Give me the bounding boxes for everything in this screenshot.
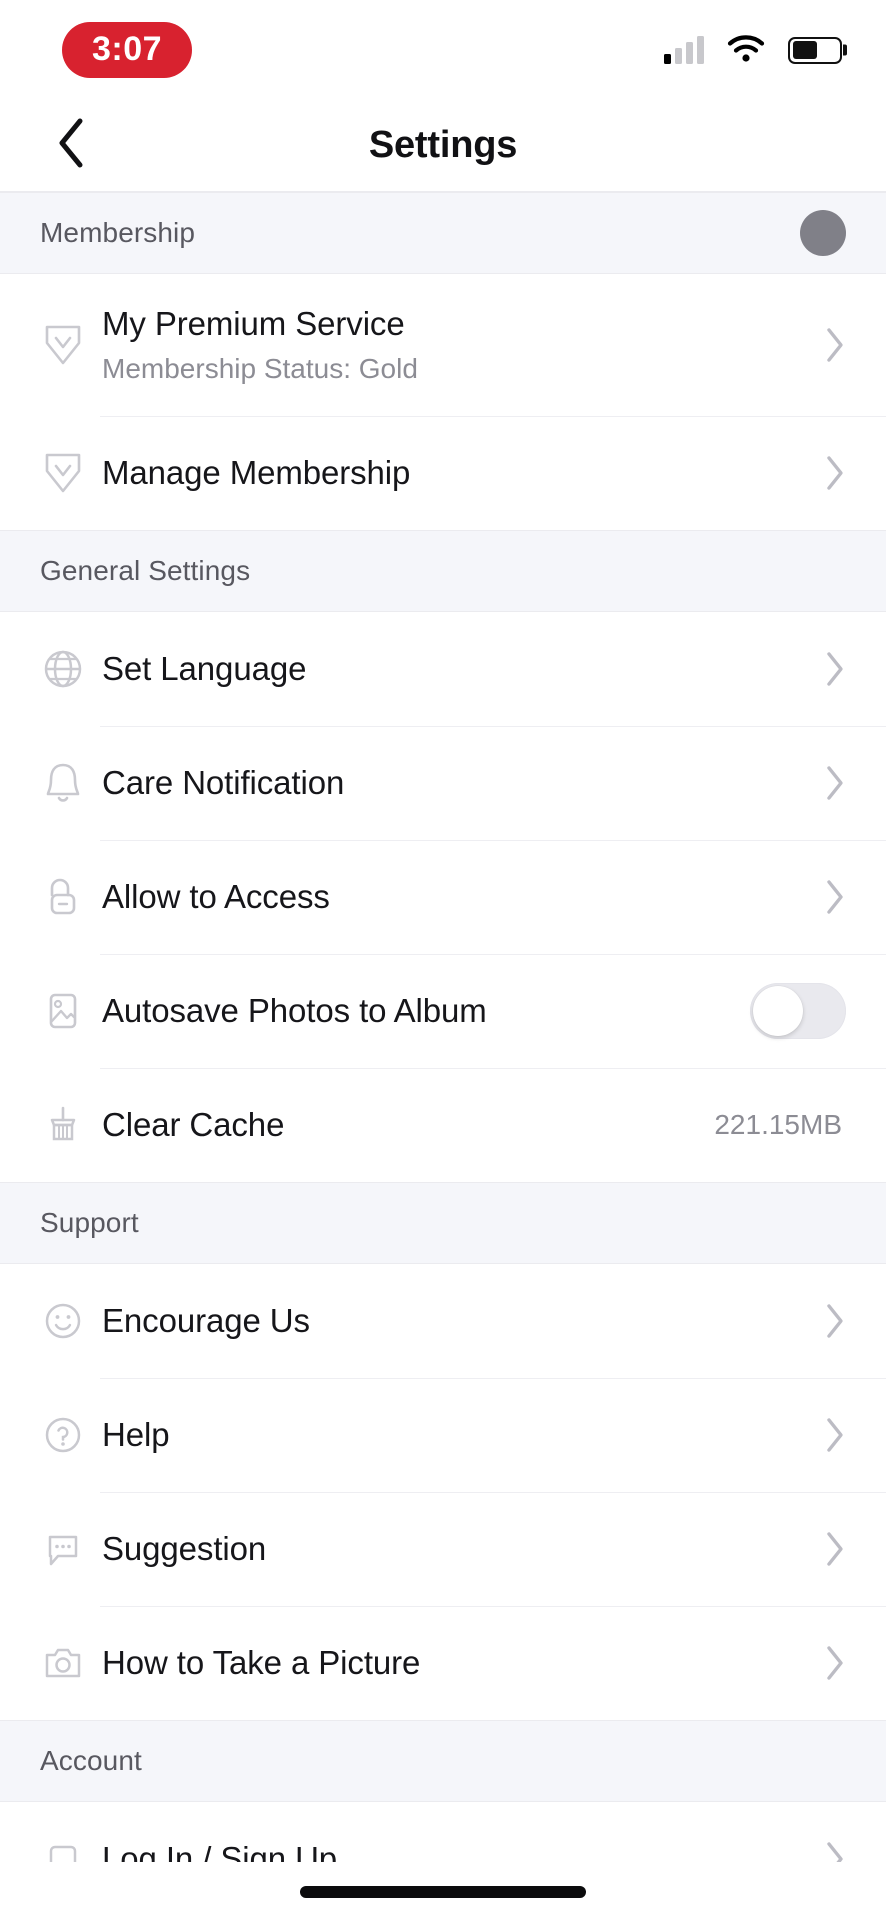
smiley-face-icon	[26, 1298, 100, 1344]
section-label: Support	[40, 1207, 139, 1238]
row-body: Log In / Sign Up	[100, 1840, 824, 1862]
row-title: Care Notification	[102, 764, 345, 802]
section-header-general-settings: General Settings	[0, 530, 886, 612]
toggle-knob	[753, 986, 803, 1036]
row-body: Help	[100, 1416, 824, 1454]
chevron-right-icon	[824, 1416, 846, 1454]
row-title: Clear Cache	[102, 1106, 285, 1144]
navigation-bar: Settings	[0, 100, 886, 192]
back-button[interactable]	[40, 115, 102, 177]
chevron-right-icon	[824, 1302, 846, 1340]
row-title: Set Language	[102, 650, 307, 688]
row-title: Help	[102, 1416, 170, 1454]
row-title: Encourage Us	[102, 1302, 310, 1340]
status-bar: 3:07	[0, 0, 886, 100]
shield-badge-icon	[26, 321, 100, 369]
speech-bubble-icon	[26, 1526, 100, 1572]
avatar[interactable]	[800, 210, 846, 256]
home-indicator[interactable]	[300, 1886, 586, 1898]
row-how-to-take-a-picture[interactable]: How to Take a Picture	[0, 1606, 886, 1720]
settings-screen: 3:07 Settings Membership My Premium Serv…	[0, 0, 886, 1920]
row-title: Manage Membership	[102, 454, 411, 492]
page-title: Settings	[368, 124, 518, 166]
broom-icon	[26, 1101, 100, 1149]
chevron-right-icon	[824, 326, 846, 364]
logout-icon	[26, 1837, 100, 1862]
row-my-premium-service[interactable]: My Premium Service Membership Status: Go…	[0, 274, 886, 416]
row-care-notification[interactable]: Care Notification	[0, 726, 886, 840]
row-body: Care Notification	[100, 764, 824, 802]
recording-time-pill[interactable]: 3:07	[62, 22, 193, 78]
section-label: Membership	[40, 217, 196, 248]
section-header-account: Account	[0, 1720, 886, 1802]
chevron-right-icon	[824, 1840, 846, 1862]
status-icons	[664, 33, 842, 68]
chevron-right-icon	[824, 878, 846, 916]
chevron-left-icon	[54, 117, 88, 174]
row-title: My Premium Service	[102, 304, 405, 342]
photo-image-icon	[26, 988, 100, 1034]
row-body: Encourage Us	[100, 1302, 824, 1340]
row-body: Autosave Photos to Album	[100, 992, 750, 1030]
row-log-in-sign-up[interactable]: Log In / Sign Up	[0, 1802, 886, 1862]
chevron-right-icon	[824, 1530, 846, 1568]
row-body: How to Take a Picture	[100, 1644, 824, 1682]
cache-size-value: 221.15MB	[714, 1109, 842, 1140]
row-body: Set Language	[100, 650, 824, 688]
camera-icon	[26, 1641, 100, 1685]
row-body: My Premium Service Membership Status: Go…	[100, 305, 824, 385]
row-subtitle: Membership Status: Gold	[102, 352, 418, 384]
bell-icon	[26, 759, 100, 807]
lock-icon	[26, 873, 100, 921]
section-rows-membership: My Premium Service Membership Status: Go…	[0, 274, 886, 530]
section-rows-support: Encourage Us Help Suggestion How to Take…	[0, 1264, 886, 1720]
row-body: Suggestion	[100, 1530, 824, 1568]
row-help[interactable]: Help	[0, 1378, 886, 1492]
wifi-icon	[726, 33, 766, 68]
autosave-photos-toggle[interactable]	[750, 983, 846, 1039]
section-header-support: Support	[0, 1182, 886, 1264]
row-allow-to-access[interactable]: Allow to Access	[0, 840, 886, 954]
battery-icon	[788, 36, 842, 64]
cellular-signal-icon	[664, 36, 704, 64]
row-suggestion[interactable]: Suggestion	[0, 1492, 886, 1606]
row-encourage-us[interactable]: Encourage Us	[0, 1264, 886, 1378]
question-circle-icon	[26, 1412, 100, 1458]
chevron-right-icon	[824, 1644, 846, 1682]
row-body: Allow to Access	[100, 878, 824, 916]
row-title: How to Take a Picture	[102, 1644, 421, 1682]
row-set-language[interactable]: Set Language	[0, 612, 886, 726]
row-clear-cache[interactable]: Clear Cache 221.15MB	[0, 1068, 886, 1182]
chevron-right-icon	[824, 650, 846, 688]
shield-badge-icon	[26, 449, 100, 497]
chevron-right-icon	[824, 764, 846, 802]
row-title: Suggestion	[102, 1530, 267, 1568]
section-label: General Settings	[40, 555, 251, 586]
section-label: Account	[40, 1745, 142, 1776]
section-header-membership: Membership	[0, 192, 886, 274]
section-rows-general: Set Language Care Notification Allow to …	[0, 612, 886, 1182]
chevron-right-icon	[824, 454, 846, 492]
row-title: Autosave Photos to Album	[102, 992, 487, 1030]
globe-icon	[26, 646, 100, 692]
section-rows-account: Log In / Sign Up	[0, 1802, 886, 1862]
row-autosave-photos-to-album[interactable]: Autosave Photos to Album	[0, 954, 886, 1068]
row-title: Allow to Access	[102, 878, 330, 916]
row-manage-membership[interactable]: Manage Membership	[0, 416, 886, 530]
row-body: Clear Cache	[100, 1106, 714, 1144]
row-title: Log In / Sign Up	[102, 1840, 338, 1862]
row-body: Manage Membership	[100, 454, 824, 492]
